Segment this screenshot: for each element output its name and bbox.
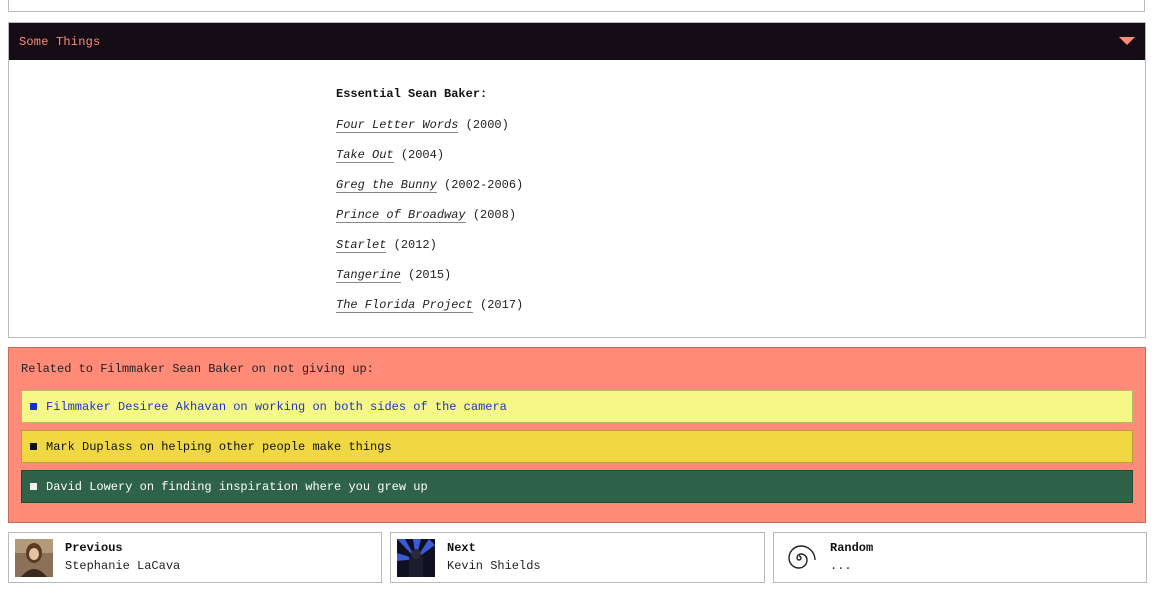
spiral-icon <box>788 545 816 569</box>
related-item-label: Filmmaker Desiree Akhavan on working on … <box>46 399 507 414</box>
film-year: (2012) <box>393 238 437 252</box>
section-header[interactable]: Some Things <box>9 23 1145 60</box>
film-year: (2015) <box>408 268 452 282</box>
film-item: Starlet (2012) <box>336 238 523 253</box>
film-item: Four Letter Words (2000) <box>336 118 523 133</box>
film-year: (2000) <box>465 118 509 132</box>
film-link[interactable]: Tangerine <box>336 268 401 283</box>
some-things-section: Some Things Essential Sean Baker: Four L… <box>8 22 1146 338</box>
random-label: Random <box>830 541 874 555</box>
section-body: Essential Sean Baker: Four Letter Words … <box>336 87 523 328</box>
square-bullet-icon <box>30 443 37 450</box>
related-item-mark-duplass[interactable]: Mark Duplass on helping other people mak… <box>21 430 1133 463</box>
next-label: Next <box>447 541 476 555</box>
related-item-label: David Lowery on finding inspiration wher… <box>46 479 428 494</box>
related-item-david-lowery[interactable]: David Lowery on finding inspiration wher… <box>21 470 1133 503</box>
essential-heading: Essential Sean Baker: <box>336 87 488 101</box>
related-item-desiree-akhavan[interactable]: Filmmaker Desiree Akhavan on working on … <box>21 390 1133 423</box>
section-title: Some Things <box>19 34 101 49</box>
film-link[interactable]: Take Out <box>336 148 394 163</box>
top-container-edge <box>8 0 1145 12</box>
film-item: Greg the Bunny (2002-2006) <box>336 178 524 193</box>
square-bullet-icon <box>30 483 37 490</box>
next-card[interactable]: Next Kevin Shields <box>390 532 765 583</box>
previous-label: Previous <box>65 541 123 555</box>
next-name: Kevin Shields <box>447 559 541 573</box>
previous-thumbnail-icon <box>15 539 53 577</box>
related-title: Related to Filmmaker Sean Baker on not g… <box>21 362 374 376</box>
film-item: Tangerine (2015) <box>336 268 523 283</box>
film-link[interactable]: Four Letter Words <box>336 118 459 133</box>
film-year: (2017) <box>480 298 524 312</box>
film-link[interactable]: Greg the Bunny <box>336 178 437 193</box>
previous-name: Stephanie LaCava <box>65 559 181 573</box>
square-bullet-icon <box>30 403 37 410</box>
film-link[interactable]: The Florida Project <box>336 298 473 313</box>
random-card[interactable]: Random ... <box>773 532 1147 583</box>
related-item-label: Mark Duplass on helping other people mak… <box>46 439 392 454</box>
related-section: Related to Filmmaker Sean Baker on not g… <box>8 347 1146 523</box>
random-name: ... <box>830 559 852 573</box>
film-year: (2004) <box>400 148 445 162</box>
film-year: (2002-2006) <box>444 178 524 192</box>
film-link[interactable]: Starlet <box>336 238 387 253</box>
previous-card[interactable]: Previous Stephanie LaCava <box>8 532 382 583</box>
film-item: Prince of Broadway (2008) <box>336 208 523 223</box>
film-item: The Florida Project (2017) <box>336 298 524 313</box>
chevron-down-icon[interactable] <box>1119 37 1135 45</box>
film-item: Take Out (2004) <box>336 148 523 163</box>
film-year: (2008) <box>472 208 517 222</box>
film-link[interactable]: Prince of Broadway <box>336 208 466 223</box>
next-thumbnail-icon <box>397 539 435 577</box>
